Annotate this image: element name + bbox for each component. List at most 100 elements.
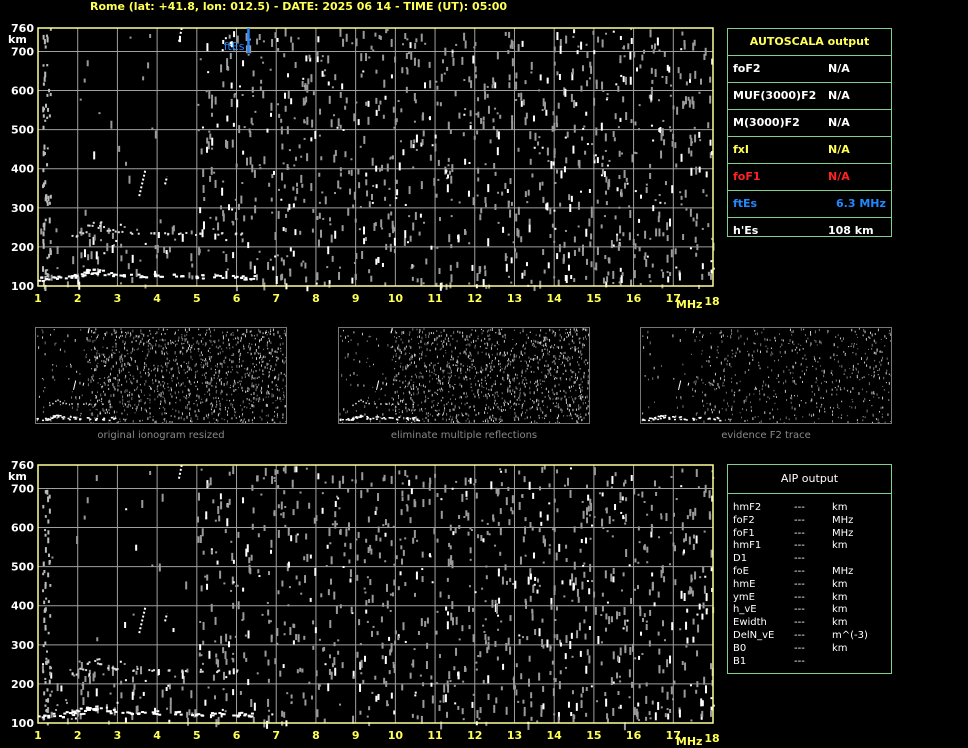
es-trace-point — [109, 712, 113, 715]
aip-param-unit: km — [832, 604, 848, 616]
aip-param-name: h_vE — [733, 604, 757, 616]
aip-param-value: --- — [794, 565, 805, 577]
trace-streak — [164, 613, 169, 622]
trace-streak — [177, 464, 183, 479]
y-tick-label: 100 — [11, 717, 34, 730]
x-tick-label: 2 — [74, 729, 82, 742]
es-trace-point — [43, 714, 47, 717]
x-tick-label: 1 — [34, 729, 42, 742]
es-trace-point — [152, 712, 156, 715]
x-tick-label: 8 — [312, 729, 320, 742]
autoscala-param-value: N/A — [828, 143, 850, 156]
es-trace-point — [222, 713, 226, 716]
es-trace-point — [72, 714, 76, 717]
multiple-trace-point — [181, 669, 184, 672]
autoscala-row: ftEs 6.3 MHz — [728, 191, 891, 218]
aip-param-unit: km — [832, 591, 848, 603]
es-trace-point — [174, 713, 178, 716]
es-trace-point — [93, 709, 97, 712]
autoscala-param-label: foF2 — [733, 62, 761, 75]
caption-evidence: evidence F2 trace — [721, 430, 811, 441]
es-trace-point — [53, 715, 57, 718]
multiple-trace-point — [136, 667, 139, 670]
multiple-trace-point — [107, 667, 110, 670]
autoscala-param-value: N/A — [828, 170, 850, 183]
aip-param-value: --- — [794, 527, 805, 539]
es-trace-point — [75, 709, 79, 712]
aip-param-name: B0 — [733, 642, 747, 654]
aip-row: h_vE --- km — [728, 604, 891, 617]
x-tick-label: 3 — [114, 729, 122, 742]
es-trace-point — [112, 708, 116, 711]
es-trace-point — [126, 711, 130, 714]
caption-eliminate: eliminate multiple reflections — [390, 430, 538, 441]
es-trace-point — [68, 712, 72, 715]
autoscala-row: MUF(3000)F2 N/A — [728, 83, 891, 110]
es-trace-point — [240, 711, 244, 714]
es-trace-point — [143, 711, 147, 714]
multiple-trace-point — [201, 670, 204, 673]
aip-output-panel: AIP output hmF2 --- km foF2 --- MHz foF1 --- MHz… — [727, 464, 892, 674]
x-tick-label: 10 — [388, 729, 404, 742]
aip-param-value: --- — [794, 578, 805, 590]
es-trace-point — [236, 715, 240, 718]
aip-param-value: --- — [794, 604, 805, 616]
es-trace-point — [213, 712, 217, 715]
aip-param-unit: km — [832, 578, 848, 590]
autoscala-param-label: fxI — [733, 143, 749, 156]
es-trace-point — [47, 716, 51, 719]
multiple-trace-point — [116, 668, 119, 671]
es-trace-point — [195, 713, 199, 716]
aip-param-value: --- — [794, 553, 805, 565]
multiple-trace-point — [75, 673, 78, 676]
autoscala-param-label: MUF(3000)F2 — [733, 89, 817, 102]
multiple-trace-point — [151, 669, 154, 672]
es-trace-point — [179, 713, 183, 716]
es-trace-point — [114, 710, 118, 713]
es-trace-point — [201, 714, 205, 717]
es-trace-point — [37, 715, 41, 718]
aip-param-unit: km — [832, 540, 848, 552]
noise-dots — [41, 465, 715, 731]
autoscala-row: M(3000)F2 N/A — [728, 110, 891, 137]
es-trace-point — [210, 712, 214, 715]
aip-param-name: hmF1 — [733, 540, 762, 552]
es-trace-point — [232, 714, 236, 717]
autoscala-output-panel: AUTOSCALA output foF2 N/A MUF(3000)F2 N/A M(… — [727, 28, 892, 237]
aip-row: hmF2 --- km — [728, 502, 891, 515]
aip-param-name: hmE — [733, 578, 756, 590]
autoscala-param-value: N/A — [828, 89, 850, 102]
y-tick-label: 500 — [11, 561, 34, 574]
es-trace-point — [137, 713, 141, 716]
autoscala-row: h'Es 108 km — [728, 218, 891, 244]
es-trace-point — [211, 714, 215, 717]
aip-param-unit: MHz — [832, 514, 854, 526]
aip-param-value: --- — [794, 642, 805, 654]
es-trace-point — [244, 713, 248, 716]
es-trace-point — [41, 716, 45, 719]
multiple-trace-point — [232, 669, 235, 672]
es-trace-point — [73, 712, 77, 715]
aip-param-name: DelN_vE — [733, 629, 775, 641]
multiple-trace-point — [79, 667, 82, 670]
multiple-trace-point — [85, 669, 88, 672]
x-tick-label: 14 — [547, 729, 563, 742]
multiple-trace-point — [111, 667, 114, 670]
aip-param-unit: km — [832, 642, 848, 654]
y-tick-label: 600 — [11, 522, 34, 535]
aip-param-name: B1 — [733, 655, 747, 667]
aip-row: hmE --- km — [728, 579, 891, 592]
autoscala-title: AUTOSCALA output — [728, 29, 891, 56]
y-tick-label: 400 — [11, 600, 34, 613]
es-trace-point — [155, 712, 159, 715]
aip-param-unit: MHz — [832, 565, 854, 577]
aip-param-unit: km — [832, 502, 848, 513]
multiple-trace-point — [96, 658, 99, 661]
aip-param-value: --- — [794, 502, 805, 513]
aip-title: AIP output — [728, 465, 891, 494]
aip-param-unit: km — [832, 617, 848, 629]
autoscala-param-value: 108 km — [828, 224, 874, 237]
es-trace-point — [191, 714, 195, 717]
multiple-trace-point — [168, 669, 171, 672]
es-trace-point — [82, 712, 86, 715]
